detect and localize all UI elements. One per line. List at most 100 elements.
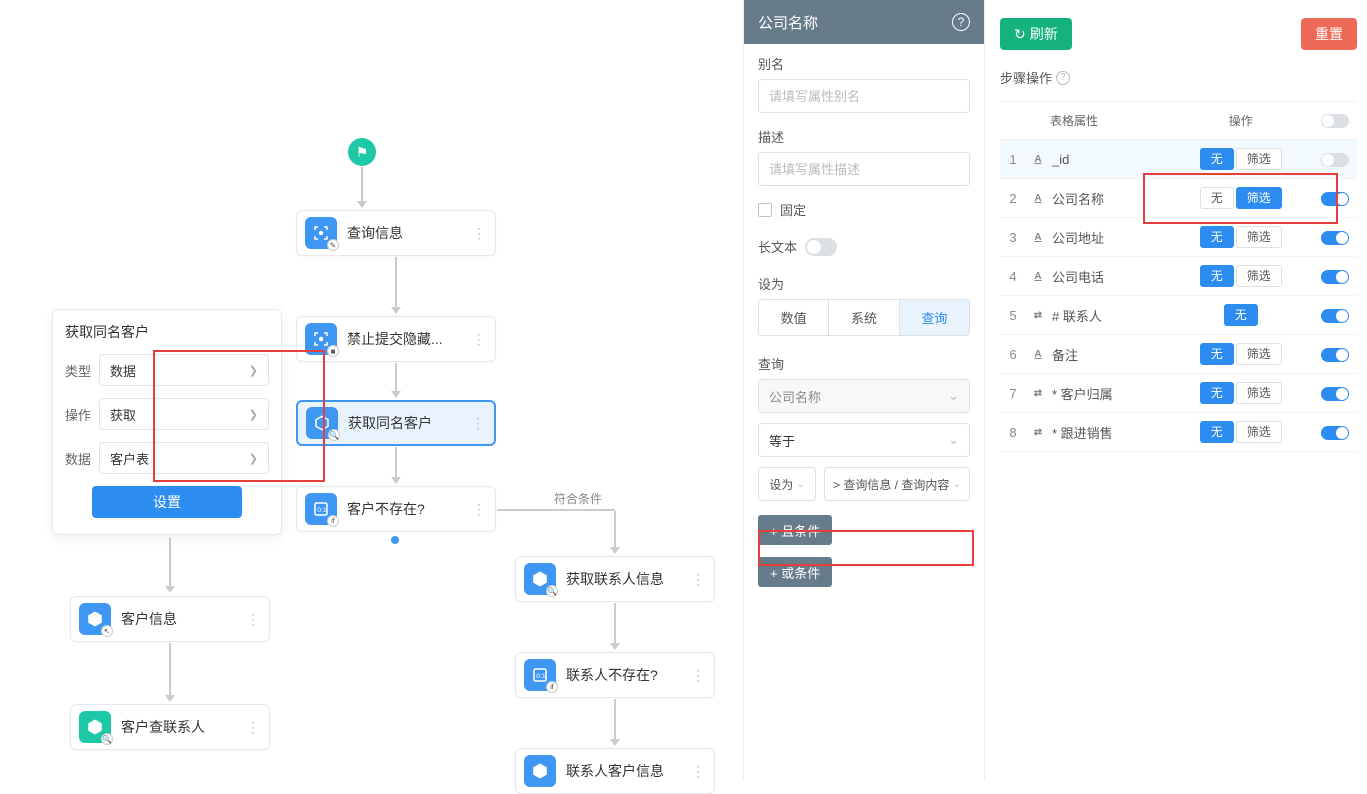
data-label: 数据: [65, 449, 99, 468]
row-number: 8: [1000, 413, 1026, 452]
and-condition-button[interactable]: + 且条件: [758, 515, 832, 545]
op-pill[interactable]: 无: [1200, 343, 1234, 365]
op-pill[interactable]: 筛选: [1236, 148, 1282, 170]
row-toggle[interactable]: [1321, 426, 1349, 440]
row-toggle[interactable]: [1321, 231, 1349, 245]
text-type-icon: A: [1030, 191, 1046, 205]
node-contact-not-exist[interactable]: 0:1 if 联系人不存在? ⋮: [515, 652, 715, 698]
row-toggle[interactable]: [1321, 309, 1349, 323]
attr-row[interactable]: 7⇄* 客户归属无筛选: [1000, 374, 1357, 413]
op-pill[interactable]: 筛选: [1236, 187, 1282, 209]
more-icon[interactable]: ⋮: [471, 331, 487, 348]
op-pill[interactable]: 无: [1200, 421, 1234, 443]
node-contact-customer-info[interactable]: 联系人客户信息 ⋮: [515, 748, 715, 794]
row-toggle[interactable]: [1321, 153, 1349, 167]
row-toggle[interactable]: [1321, 348, 1349, 362]
row-number: 3: [1000, 218, 1026, 257]
node-title: 禁止提交隐藏...: [347, 329, 471, 349]
more-icon[interactable]: ⋮: [690, 763, 706, 780]
chevron-down-icon: ⌄: [948, 432, 959, 448]
op-pill[interactable]: 筛选: [1236, 343, 1282, 365]
set-button[interactable]: 设置: [92, 486, 242, 518]
op-select[interactable]: 获取 ❯: [99, 398, 269, 430]
query-value[interactable]: > 查询信息 / 查询内容 ⌄: [824, 467, 970, 501]
row-number: 7: [1000, 374, 1026, 413]
connector-h: [497, 509, 615, 511]
cube-icon: 🔍: [306, 407, 338, 439]
op-pill[interactable]: 无: [1200, 265, 1234, 287]
connector: [614, 511, 616, 553]
more-icon[interactable]: ⋮: [245, 611, 261, 628]
master-toggle[interactable]: [1321, 114, 1349, 128]
scan-icon: ■: [305, 323, 337, 355]
tab-system[interactable]: 系统: [829, 300, 899, 335]
setas-tabs: 数值 系统 查询: [758, 299, 970, 336]
query-op-select[interactable]: 等于 ⌄: [758, 423, 970, 457]
op-label: 操作: [65, 405, 99, 424]
attr-row[interactable]: 5⇄# 联系人无: [1000, 296, 1357, 335]
attr-row[interactable]: 4A公司电话无筛选: [1000, 257, 1357, 296]
row-toggle[interactable]: [1321, 387, 1349, 401]
op-pill[interactable]: 无: [1200, 148, 1234, 170]
node-block-hidden[interactable]: ■ 禁止提交隐藏... ⋮: [296, 316, 496, 362]
node-customer-info[interactable]: ↖ 客户信息 ⋮: [70, 596, 270, 642]
popover-title: 获取同名客户: [65, 322, 269, 342]
node-customer-not-exist[interactable]: 0:1 if 客户不存在? ⋮: [296, 486, 496, 532]
query-set-select[interactable]: 设为 ⌄: [758, 467, 816, 501]
node-get-same-name-customer[interactable]: 🔍 获取同名客户 ⋮: [296, 400, 496, 446]
attr-row[interactable]: 8⇄* 跟进销售无筛选: [1000, 413, 1357, 452]
node-customer-lookup-contact[interactable]: 🔍 客户查联系人 ⋮: [70, 704, 270, 750]
alias-input[interactable]: [758, 79, 970, 113]
attr-row[interactable]: 3A公司地址无筛选: [1000, 218, 1357, 257]
fixed-checkbox-row[interactable]: 固定: [758, 200, 970, 219]
op-pill[interactable]: 筛选: [1236, 421, 1282, 443]
chevron-right-icon: ❯: [249, 408, 258, 421]
op-pill[interactable]: 无: [1200, 382, 1234, 404]
help-icon[interactable]: ?: [1056, 71, 1070, 85]
more-icon[interactable]: ⋮: [245, 719, 261, 736]
op-pill[interactable]: 筛选: [1236, 382, 1282, 404]
attr-row[interactable]: 2A公司名称无筛选: [1000, 179, 1357, 218]
chevron-down-icon: ⌄: [948, 388, 959, 404]
tab-numeric[interactable]: 数值: [759, 300, 829, 335]
more-icon[interactable]: ⋮: [470, 415, 486, 432]
more-icon[interactable]: ⋮: [690, 571, 706, 588]
start-flag-node[interactable]: ⚑: [348, 138, 376, 166]
branch-icon: 0:1 if: [305, 493, 337, 525]
op-pill[interactable]: 无: [1200, 187, 1234, 209]
desc-input[interactable]: [758, 152, 970, 186]
checkbox-icon: [758, 203, 772, 217]
op-pill[interactable]: 筛选: [1236, 226, 1282, 248]
more-icon[interactable]: ⋮: [471, 225, 487, 242]
flag-icon: ⚑: [356, 144, 369, 161]
help-icon[interactable]: ?: [952, 13, 970, 31]
query-field-select[interactable]: 公司名称 ⌄: [758, 379, 970, 413]
node-get-contact-info[interactable]: 🔍 获取联系人信息 ⋮: [515, 556, 715, 602]
more-icon[interactable]: ⋮: [690, 667, 706, 684]
chevron-right-icon: ❯: [249, 452, 258, 465]
longtext-toggle-row[interactable]: 长文本: [758, 237, 970, 256]
op-pill[interactable]: 无: [1200, 226, 1234, 248]
reset-button[interactable]: 重置: [1301, 18, 1357, 50]
type-select[interactable]: 数据 ❯: [99, 354, 269, 386]
query-set-label: 设为: [769, 476, 793, 493]
attr-row[interactable]: 6A备注无筛选: [1000, 335, 1357, 374]
or-condition-button[interactable]: + 或条件: [758, 557, 832, 587]
query-op-value: 等于: [769, 431, 795, 450]
op-pill[interactable]: 无: [1224, 304, 1258, 326]
connector: [614, 699, 616, 745]
data-select[interactable]: 客户表 ❯: [99, 442, 269, 474]
refresh-button[interactable]: ↻ 刷新: [1000, 18, 1072, 50]
row-toggle[interactable]: [1321, 192, 1349, 206]
attr-row[interactable]: 1A_id无筛选: [1000, 140, 1357, 179]
link-icon: ⇄: [1030, 386, 1046, 400]
row-toggle[interactable]: [1321, 270, 1349, 284]
op-pill[interactable]: 筛选: [1236, 265, 1282, 287]
attr-name: 备注: [1052, 345, 1078, 364]
node-query-info[interactable]: ✎ 查询信息 ⋮: [296, 210, 496, 256]
row-number: 5: [1000, 296, 1026, 335]
tab-query[interactable]: 查询: [900, 300, 969, 335]
connector: [395, 257, 397, 313]
connector: [395, 363, 397, 397]
more-icon[interactable]: ⋮: [471, 501, 487, 518]
